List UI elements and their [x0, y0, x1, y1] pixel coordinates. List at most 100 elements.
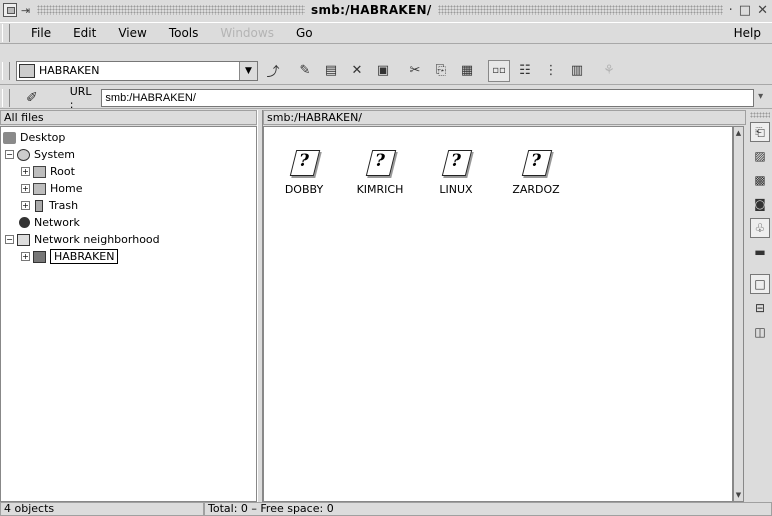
tree-label: Trash	[49, 199, 79, 212]
menu-go[interactable]: Go	[285, 26, 324, 40]
file-label: DOBBY	[284, 183, 324, 196]
location-bar: ✐ URL : ▾	[0, 85, 772, 111]
trash-icon	[35, 199, 43, 212]
copy-icon[interactable]: ⎘	[430, 60, 452, 82]
unknown-file-icon: ?	[363, 147, 397, 177]
menubar-handle[interactable]	[2, 24, 10, 42]
network-icon	[19, 217, 30, 228]
toolbar: HABRAKEN ▼ ⤴ ✎ ▤ ✕ ▣ ✂ ⎘ ▦ ▫▫ ☷ ⋮ ▥ ⚘	[0, 57, 772, 85]
folder-icon	[33, 182, 46, 195]
menu-file[interactable]: File	[20, 26, 62, 40]
menu-tools[interactable]: Tools	[158, 26, 210, 40]
status-space: Total: 0 – Free space: 0	[204, 502, 772, 516]
file-label: ZARDOZ	[512, 183, 560, 196]
tree-item-habraken[interactable]: + HABRAKEN	[21, 248, 119, 265]
combo-value: HABRAKEN	[39, 64, 100, 77]
tree-item-network-neighborhood[interactable]: − Network neighborhood	[5, 231, 160, 248]
status-objects: 4 objects	[0, 502, 204, 516]
tree-label: Network neighborhood	[34, 233, 160, 246]
network-neighborhood-icon	[17, 233, 30, 246]
maximize-button[interactable]: □	[739, 3, 751, 18]
file-item-zardoz[interactable]: ? ZARDOZ	[504, 147, 568, 196]
window-icon[interactable]: ▬	[750, 242, 770, 262]
properties-icon[interactable]: ▣	[372, 60, 394, 82]
file-item-dobby[interactable]: ? DOBBY	[272, 147, 336, 196]
menu-edit[interactable]: Edit	[62, 26, 107, 40]
expand-icon[interactable]: +	[21, 201, 30, 210]
title-grip-right	[437, 5, 723, 15]
desktop-icon	[3, 131, 16, 144]
menu-bar: File Edit View Tools Windows Go Help	[0, 22, 772, 44]
bookmarks-icon[interactable]: ⎗	[750, 122, 770, 142]
dropdown-icon[interactable]: ▾	[758, 91, 772, 105]
tree-label: System	[34, 148, 76, 161]
cut-icon[interactable]: ✂	[404, 60, 426, 82]
delete-icon[interactable]: ▤	[320, 60, 342, 82]
tree-label: Home	[50, 182, 83, 195]
file-item-linux[interactable]: ? LINUX	[424, 147, 488, 196]
file-view[interactable]: ? DOBBY ? KIMRICH ? LINUX ? ZARDOZ	[263, 126, 733, 502]
tree-item-desktop[interactable]: Desktop	[3, 129, 65, 146]
tree-item-trash[interactable]: + Trash	[21, 197, 78, 214]
unknown-file-icon: ?	[519, 147, 553, 177]
camera-icon[interactable]: ◙	[750, 194, 770, 214]
tree-item-network[interactable]: Network	[19, 214, 80, 231]
chevron-down-icon[interactable]: ▼	[239, 61, 257, 80]
expand-icon[interactable]: +	[21, 184, 30, 193]
file-label: LINUX	[439, 183, 473, 196]
minimize-button[interactable]: ·	[729, 3, 733, 18]
title-grip-left	[37, 5, 305, 15]
expand-icon[interactable]: +	[21, 252, 30, 261]
close-button[interactable]: ✕	[757, 3, 768, 18]
clear-location-icon[interactable]: ✐	[26, 90, 46, 106]
tree-item-home[interactable]: + Home	[21, 180, 82, 197]
host-icon	[19, 63, 35, 78]
single-pane-icon[interactable]: □	[750, 274, 770, 294]
image-icon[interactable]: ▨	[750, 146, 770, 166]
new-folder-icon[interactable]: ✎	[294, 60, 316, 82]
sidebar-grip	[750, 112, 770, 118]
vertical-scrollbar[interactable]: ▲ ▼	[733, 126, 744, 502]
toolbar-handle[interactable]	[2, 61, 10, 80]
up-icon[interactable]: ⤴	[262, 60, 284, 82]
unknown-file-icon: ?	[287, 147, 321, 177]
split-horizontal-icon[interactable]: ⊟	[750, 298, 770, 318]
paste-icon[interactable]: ▦	[456, 60, 478, 82]
menu-help[interactable]: Help	[723, 26, 772, 40]
locbar-handle[interactable]	[2, 88, 10, 107]
tree-panel-header: All files	[0, 110, 257, 125]
tree-item-system[interactable]: − System	[5, 146, 75, 163]
find-icon: ⚘	[603, 63, 615, 78]
tree-view-icon[interactable]: ⋮	[540, 60, 562, 82]
tree-label: Desktop	[20, 131, 66, 144]
folder-tree[interactable]: Desktop − System + Root + Home + Trash N…	[0, 126, 257, 502]
tree-item-root[interactable]: + Root	[21, 163, 75, 180]
menu-windows: Windows	[220, 26, 274, 40]
scroll-up-icon[interactable]: ▲	[734, 127, 743, 139]
collapse-icon[interactable]: −	[5, 150, 14, 159]
menu-view[interactable]: View	[107, 26, 157, 40]
tree-label: Root	[50, 165, 75, 178]
app-icon[interactable]	[3, 3, 17, 17]
status-bar: 4 objects Total: 0 – Free space: 0	[0, 502, 772, 516]
expand-icon[interactable]: +	[21, 167, 30, 176]
icon-view-icon[interactable]: ▫▫	[488, 59, 510, 82]
network-view-icon[interactable]: ♧	[750, 218, 770, 238]
collapse-icon[interactable]: −	[5, 235, 14, 244]
multicolumn-view-icon[interactable]: ☷	[514, 60, 536, 82]
tree-label: Network	[34, 216, 80, 229]
x-icon[interactable]: ✕	[346, 60, 368, 82]
file-item-kimrich[interactable]: ? KIMRICH	[348, 147, 412, 196]
split-vertical-icon[interactable]: ◫	[750, 322, 770, 342]
scroll-down-icon[interactable]: ▼	[734, 489, 743, 501]
folder-view-icon[interactable]: ▩	[750, 170, 770, 190]
tree-label-selected: HABRAKEN	[50, 249, 119, 264]
title-bar: ⇥ smb:/HABRAKEN/ · □ ✕	[0, 0, 772, 20]
window-controls: · □ ✕	[729, 3, 768, 18]
unknown-file-icon: ?	[439, 147, 473, 177]
location-combo[interactable]: HABRAKEN ▼	[16, 60, 258, 81]
detailed-view-icon[interactable]: ▥	[566, 60, 588, 82]
window-title: smb:/HABRAKEN/	[311, 3, 432, 17]
url-input[interactable]	[101, 88, 755, 107]
pin-icon[interactable]: ⇥	[21, 4, 37, 17]
